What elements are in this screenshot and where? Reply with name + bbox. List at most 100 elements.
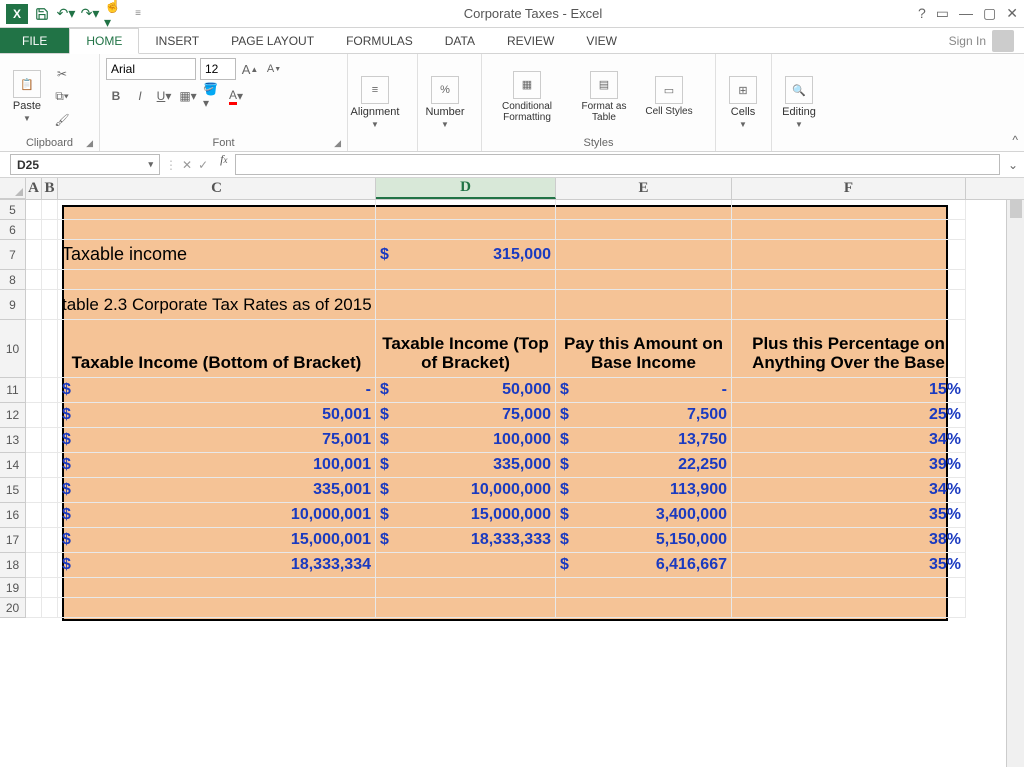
expand-formula-bar[interactable]: ⌄ <box>1008 158 1018 172</box>
ribbon-display-button[interactable]: ▭ <box>936 5 949 22</box>
enter-formula-button[interactable]: ✓ <box>198 158 208 172</box>
row-header[interactable]: 8 <box>0 270 26 290</box>
decrease-font-button[interactable]: A▼ <box>264 59 284 79</box>
select-all-corner[interactable] <box>0 178 26 199</box>
tab-formulas[interactable]: FORMULAS <box>330 28 429 53</box>
cells-button[interactable]: ⊞Cells▼ <box>722 76 764 129</box>
tab-review[interactable]: REVIEW <box>491 28 570 53</box>
table-cell: 100,001 <box>313 456 371 474</box>
row-header[interactable]: 15 <box>0 478 26 503</box>
row-header[interactable]: 13 <box>0 428 26 453</box>
borders-button[interactable]: ▦▾ <box>178 86 198 106</box>
redo-button[interactable]: ↷▾ <box>80 4 100 24</box>
hdr-base: Pay this Amount on Base Income <box>560 334 727 373</box>
tab-data[interactable]: DATA <box>429 28 491 53</box>
number-button[interactable]: %Number▼ <box>424 76 466 129</box>
font-dialog-launcher[interactable]: ◢ <box>334 138 341 149</box>
group-alignment: ≡Alignment▼ <box>348 54 418 151</box>
sign-in[interactable]: Sign In <box>939 28 1024 53</box>
cells-label: Cells <box>731 106 755 118</box>
editing-button[interactable]: 🔍Editing▼ <box>778 76 820 129</box>
save-button[interactable] <box>32 4 52 24</box>
table-cell: 35% <box>736 506 961 524</box>
font-name-select[interactable] <box>106 58 196 80</box>
table-cell: 34% <box>736 431 961 449</box>
row-header[interactable]: 11 <box>0 378 26 403</box>
table-cell: 6,416,667 <box>656 556 727 574</box>
bold-button[interactable]: B <box>106 86 126 106</box>
row-header[interactable]: 9 <box>0 290 26 320</box>
font-color-button[interactable]: A▾ <box>226 86 246 106</box>
format-painter-button[interactable]: 🖌 <box>52 110 72 130</box>
ribbon-tabs: FILE HOME INSERT PAGE LAYOUT FORMULAS DA… <box>0 28 1024 54</box>
fill-color-button[interactable]: 🪣▾ <box>202 86 222 106</box>
alignment-label: Alignment <box>351 106 400 118</box>
table-cell: 15,000,000 <box>471 506 551 524</box>
table-caption: table 2.3 Corporate Tax Rates as of 2015 <box>62 295 372 315</box>
fmt-table-label: Format as Table <box>570 101 638 123</box>
row-header[interactable]: 6 <box>0 220 26 240</box>
row-header[interactable]: 14 <box>0 453 26 478</box>
maximize-button[interactable]: ▢ <box>983 5 996 22</box>
copy-button[interactable]: ⧉▾ <box>52 87 72 107</box>
qat-customize[interactable]: ≡ <box>128 4 148 24</box>
italic-button[interactable]: I <box>130 86 150 106</box>
undo-button[interactable]: ↶▾ <box>56 4 76 24</box>
font-size-select[interactable] <box>200 58 236 80</box>
clipboard-label: Clipboard <box>26 137 73 149</box>
tab-insert[interactable]: INSERT <box>139 28 215 53</box>
row-header[interactable]: 12 <box>0 403 26 428</box>
col-header-e[interactable]: E <box>556 178 732 199</box>
table-cell: 335,000 <box>493 456 551 474</box>
tab-home[interactable]: HOME <box>69 28 139 54</box>
cell-styles-button[interactable]: ▭Cell Styles <box>642 76 696 117</box>
cut-button[interactable]: ✂ <box>52 64 72 84</box>
name-box[interactable]: D25 ▾ <box>10 154 160 175</box>
table-cell: 50,001 <box>322 406 371 424</box>
table-cell: 50,000 <box>502 381 551 399</box>
fx-icon[interactable]: fx <box>214 152 233 177</box>
col-header-b[interactable]: B <box>42 178 58 199</box>
alignment-button[interactable]: ≡Alignment▼ <box>354 76 396 129</box>
row-header[interactable]: 16 <box>0 503 26 528</box>
underline-button[interactable]: U▾ <box>154 86 174 106</box>
help-button[interactable]: ? <box>918 5 926 22</box>
app-icon[interactable]: X <box>6 4 28 24</box>
row-header[interactable]: 20 <box>0 598 26 618</box>
paste-button[interactable]: 📋 Paste ▼ <box>6 70 48 123</box>
collapse-ribbon-button[interactable]: ^ <box>1012 133 1018 147</box>
conditional-formatting-button[interactable]: ▦Conditional Formatting <box>488 71 566 123</box>
formula-bar: D25 ▾ ⋮ ✕ ✓ fx ⌄ <box>0 152 1024 178</box>
format-as-table-button[interactable]: ▤Format as Table <box>570 71 638 123</box>
col-header-a[interactable]: A <box>26 178 42 199</box>
row-header[interactable]: 17 <box>0 528 26 553</box>
cancel-formula-button[interactable]: ✕ <box>182 158 192 172</box>
col-header-d[interactable]: D <box>376 178 556 199</box>
row-header[interactable]: 18 <box>0 553 26 578</box>
tab-file[interactable]: FILE <box>0 28 69 53</box>
table-cell: 100,000 <box>493 431 551 449</box>
cell-styles-icon: ▭ <box>655 76 683 104</box>
clipboard-dialog-launcher[interactable]: ◢ <box>86 138 93 149</box>
close-button[interactable]: ✕ <box>1006 5 1018 22</box>
worksheet-grid[interactable]: A B C D E F 5 6 7 Taxable income $315,00… <box>0 178 1024 767</box>
row-header[interactable]: 19 <box>0 578 26 598</box>
tab-view[interactable]: VIEW <box>570 28 633 53</box>
table-cell: 15,000,001 <box>291 531 371 549</box>
formula-input[interactable] <box>235 154 1000 175</box>
avatar-icon <box>992 30 1014 52</box>
group-number: %Number▼ <box>418 54 482 151</box>
tab-page-layout[interactable]: PAGE LAYOUT <box>215 28 330 53</box>
taxable-income-label: Taxable income <box>62 244 187 265</box>
row-header[interactable]: 10 <box>0 320 26 378</box>
minimize-button[interactable]: — <box>959 5 973 22</box>
row-header[interactable]: 7 <box>0 240 26 270</box>
col-header-f[interactable]: F <box>732 178 966 199</box>
col-header-c[interactable]: C <box>58 178 376 199</box>
increase-font-button[interactable]: A▲ <box>240 59 260 79</box>
group-font: A▲ A▼ B I U▾ ▦▾ 🪣▾ A▾ Font◢ <box>100 54 348 151</box>
quick-access-toolbar: X ↶▾ ↷▾ ☝▾ ≡ <box>6 4 148 24</box>
row-header[interactable]: 5 <box>0 200 26 220</box>
touch-mode-button[interactable]: ☝▾ <box>104 4 124 24</box>
grid-rows: 5 6 7 Taxable income $315,000 8 9 table … <box>0 200 1024 618</box>
